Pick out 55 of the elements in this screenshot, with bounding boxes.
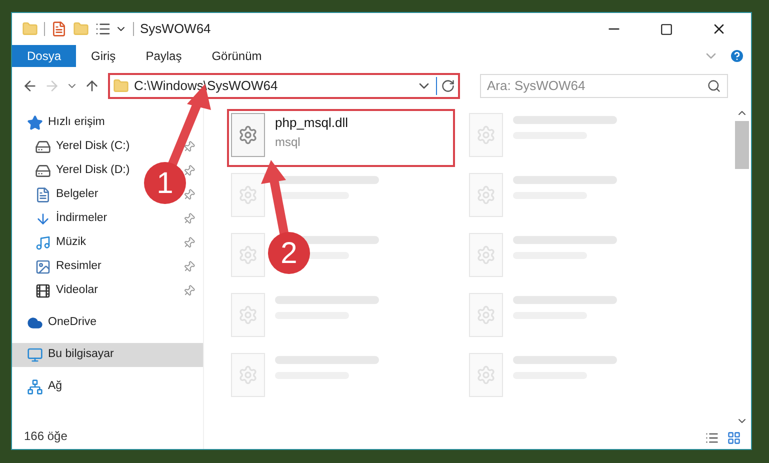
search-field[interactable]: Ara: SysWOW64	[480, 74, 728, 98]
faded-file-icon	[231, 353, 265, 397]
address-path: C:\Windows\SysWOW64	[134, 77, 279, 96]
address-field[interactable]: C:\Windows\SysWOW64	[108, 73, 460, 99]
drive-icon	[35, 163, 51, 179]
sidebar-item[interactable]: Yerel Disk (D:)	[35, 162, 130, 180]
search-icon	[707, 78, 721, 93]
faded-file-icon	[231, 233, 265, 277]
network-icon	[27, 379, 43, 395]
faded-file-icon	[469, 353, 503, 397]
sidebar-item[interactable]: OneDrive	[27, 314, 97, 332]
faded-file-icon	[469, 173, 503, 217]
picture-icon	[35, 259, 51, 275]
sidebar-item[interactable]: Bu bilgisayar	[27, 346, 114, 364]
sidebar-item[interactable]: Belgeler	[35, 186, 98, 204]
faded-file-icon	[231, 173, 265, 217]
file-name: php_msql.dll	[275, 114, 348, 132]
sidebar-item[interactable]: Videolar	[35, 282, 98, 300]
file-type: msql	[275, 134, 302, 150]
monitor-icon	[27, 347, 43, 363]
sidebar-item[interactable]: Hızlı erişim	[27, 114, 105, 132]
refresh-icon[interactable]	[441, 79, 455, 93]
ribbon-tab[interactable]: Görünüm	[196, 45, 277, 67]
dll-file-icon	[231, 113, 265, 157]
faded-file-icon	[231, 293, 265, 337]
details-view-icon[interactable]	[705, 431, 719, 445]
properties-icon[interactable]	[51, 21, 67, 37]
star-icon	[27, 115, 43, 131]
file-item[interactable]: php_msql.dll msql	[227, 109, 455, 167]
film-icon	[35, 283, 51, 299]
view-icon[interactable]	[95, 21, 111, 37]
faded-file-icon	[469, 293, 503, 337]
drive-icon	[35, 139, 51, 155]
ribbon-tab[interactable]: Dosya	[12, 45, 76, 67]
sidebar-item[interactable]: Müzik	[35, 234, 86, 252]
ribbon-tab[interactable]: Paylaş	[130, 45, 197, 67]
sidebar-item[interactable]: Ağ	[27, 378, 62, 396]
help-icon[interactable]	[729, 48, 745, 64]
ribbon-tab[interactable]: Giriş	[76, 45, 131, 67]
cloud-icon	[27, 315, 43, 331]
music-note-icon	[35, 235, 51, 251]
sidebar-item[interactable]: İndirmeler	[35, 210, 108, 228]
faded-file-icon	[469, 113, 503, 157]
back-button[interactable]	[22, 78, 38, 94]
faded-file-icon	[469, 233, 503, 277]
sidebar-item[interactable]: Yerel Disk (C:)	[35, 138, 130, 156]
window-title: SysWOW64	[140, 20, 211, 38]
up-button[interactable]	[84, 78, 100, 94]
folder-icon	[113, 78, 129, 94]
tiles-view-icon[interactable]	[727, 431, 741, 445]
status-text: 166 öğe	[23, 428, 68, 445]
maximize-button[interactable]	[660, 22, 673, 36]
document-icon	[35, 187, 51, 203]
scrollbar-thumb[interactable]	[735, 121, 749, 169]
sidebar-item[interactable]: Resimler	[35, 258, 102, 276]
